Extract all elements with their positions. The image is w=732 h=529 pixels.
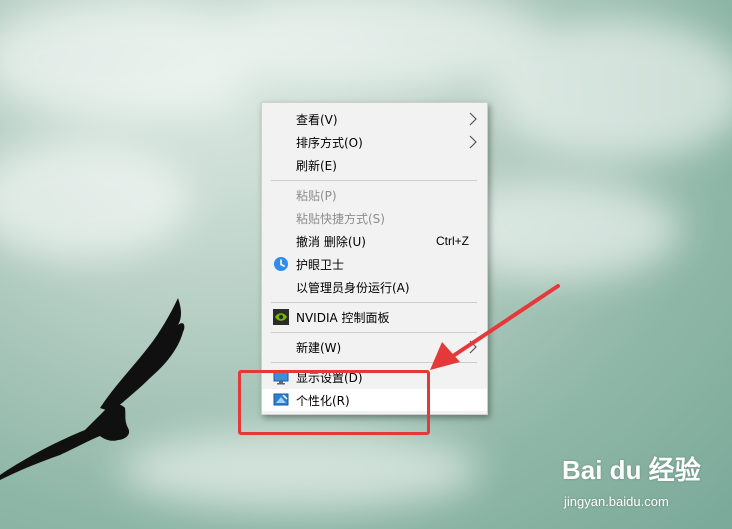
menu-separator [271,332,477,333]
menu-item-undo-delete[interactable]: 撤消 删除(U) Ctrl+Z [262,230,487,252]
chevron-right-icon [469,135,477,149]
menu-item-run-as-admin[interactable]: 以管理员身份运行(A) [262,276,487,298]
chevron-right-icon [469,112,477,126]
menu-item-nvidia-control-panel[interactable]: NVIDIA 控制面板 [262,306,487,328]
menu-item-label: 查看(V) [296,112,338,127]
menu-item-refresh[interactable]: 刷新(E) [262,154,487,176]
menu-item-display-settings[interactable]: 显示设置(D) [262,366,487,388]
nvidia-icon [273,309,289,325]
display-icon [273,370,289,385]
menu-item-label: 刷新(E) [296,158,337,173]
menu-item-sort-by[interactable]: 排序方式(O) [262,131,487,153]
menu-separator [271,302,477,303]
desktop-context-menu: 查看(V) 排序方式(O) 刷新(E) 粘贴(P) 粘贴快捷方式(S) 撤消 删… [261,102,488,415]
menu-item-label: 以管理员身份运行(A) [296,280,410,295]
menu-item-view[interactable]: 查看(V) [262,108,487,130]
menu-item-label: 粘贴快捷方式(S) [296,211,385,226]
menu-item-label: 撤消 删除(U) [296,234,366,249]
personalize-icon [273,393,289,406]
menu-item-personalize[interactable]: 个性化(R) [262,389,487,411]
chevron-right-icon [469,340,477,354]
menu-item-shortcut: Ctrl+Z [436,234,469,248]
clock-icon [274,257,288,271]
menu-separator [271,362,477,363]
menu-separator [271,180,477,181]
menu-item-label: 护眼卫士 [296,257,345,272]
menu-item-eye-guard[interactable]: 护眼卫士 [262,253,487,275]
menu-item-label: NVIDIA 控制面板 [296,310,390,325]
menu-item-label: 新建(W) [296,340,342,355]
bird-silhouette [0,298,185,480]
menu-item-label: 个性化(R) [296,393,350,408]
menu-item-paste-shortcut[interactable]: 粘贴快捷方式(S) [262,207,487,229]
menu-item-label: 粘贴(P) [296,188,337,203]
watermark-url: jingyan.baidu.com [564,494,669,509]
baidu-jingyan-watermark: Bai du 经验 jingyan.baidu.com [560,450,730,516]
menu-item-label: 显示设置(D) [296,370,363,385]
menu-item-paste[interactable]: 粘贴(P) [262,184,487,206]
desktop[interactable]: { "desktop": { "background_colors": ["#d… [0,0,732,529]
watermark-logo: Bai du 经验 [562,455,701,485]
menu-item-label: 排序方式(O) [296,135,363,150]
menu-item-new[interactable]: 新建(W) [262,336,487,358]
